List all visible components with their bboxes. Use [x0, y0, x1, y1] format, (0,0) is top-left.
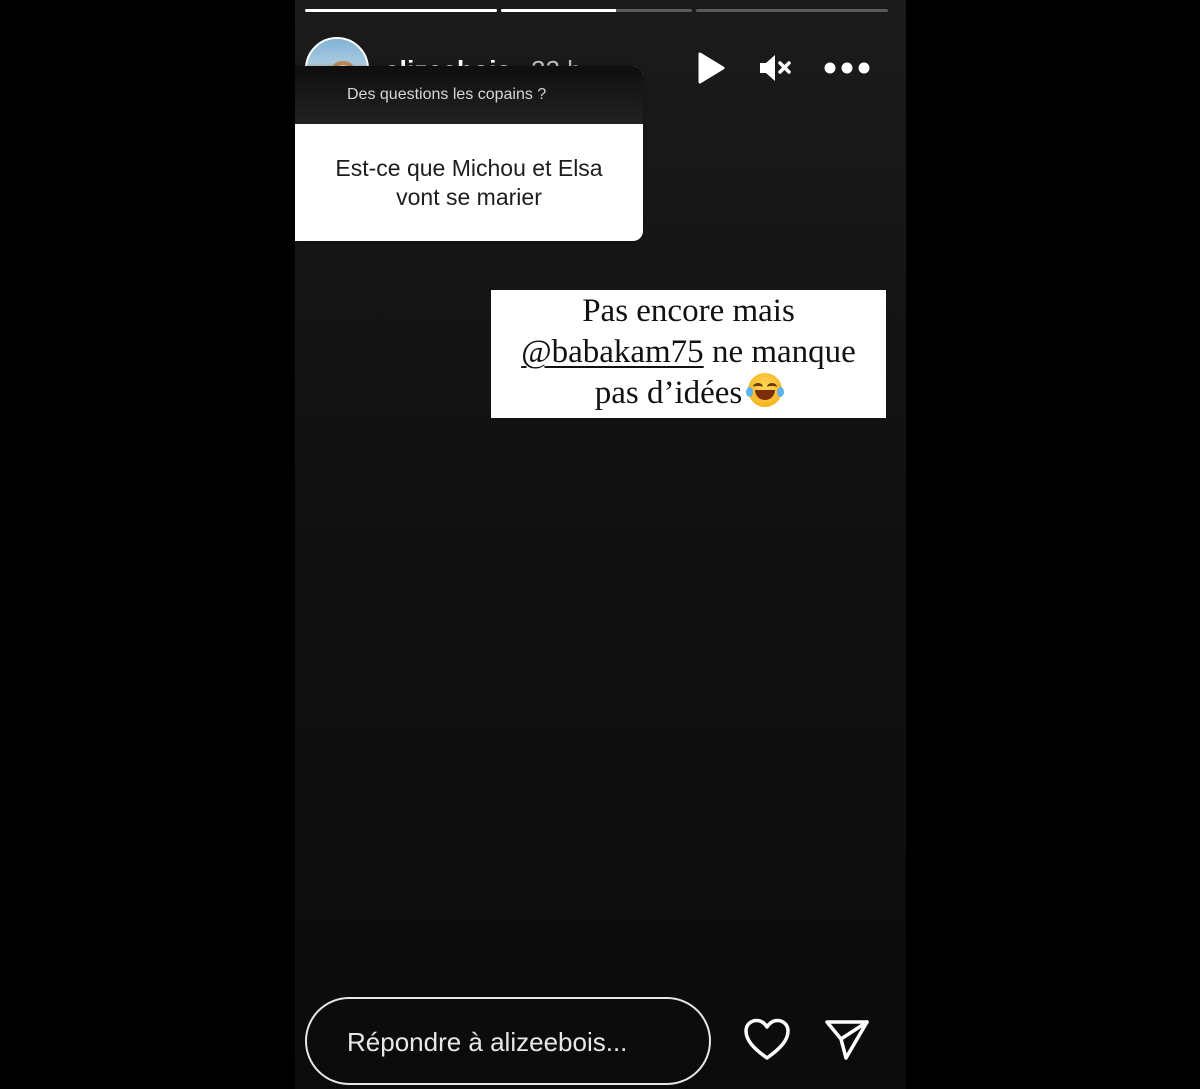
- question-prompt: Des questions les copains ?: [295, 66, 643, 124]
- mention-link[interactable]: @babakam75: [521, 334, 704, 370]
- page: alizeebois 22 h Des questions les copain…: [0, 0, 1200, 1089]
- answer-line-rest: ne manque: [703, 334, 856, 370]
- question-text: Est-ce que Michou et Elsa vont se marier: [295, 124, 643, 212]
- progress-segment: [696, 9, 889, 12]
- mute-icon[interactable]: [755, 48, 795, 88]
- progress-segment: [500, 9, 693, 12]
- heart-icon[interactable]: [741, 1014, 793, 1066]
- progress-segment: [305, 9, 497, 12]
- answer-text-box: Pas encore mais @babakam75 ne manque pas…: [491, 290, 886, 418]
- answer-line: Pas encore mais: [582, 293, 795, 329]
- progress-fill: [305, 9, 497, 12]
- send-icon[interactable]: [821, 1014, 873, 1066]
- play-icon[interactable]: [691, 48, 731, 88]
- question-line: Est-ce que Michou et Elsa: [335, 155, 603, 181]
- progress-fill: [500, 9, 616, 12]
- question-sticker[interactable]: Des questions les copains ? Est-ce que M…: [295, 66, 643, 241]
- laughing-emoji-icon: [746, 373, 785, 407]
- answer-line: pas d’idées: [491, 373, 886, 414]
- answer-line: @babakam75 ne manque: [491, 332, 886, 373]
- reply-input[interactable]: Répondre à alizeebois...: [305, 997, 711, 1085]
- more-icon[interactable]: [821, 48, 873, 88]
- question-line: vont se marier: [396, 184, 542, 210]
- answer-line-text: pas d’idées: [594, 375, 743, 411]
- story-viewer[interactable]: alizeebois 22 h Des questions les copain…: [295, 0, 906, 1089]
- story-progress: [305, 9, 889, 12]
